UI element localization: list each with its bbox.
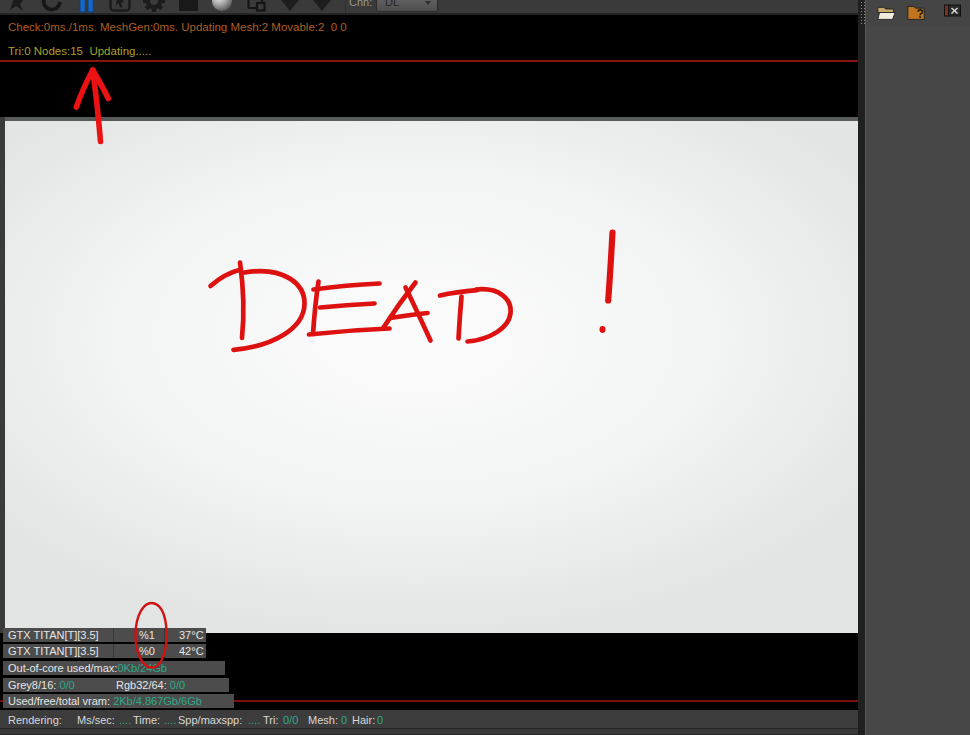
spp-label: Spp/maxspp: (178, 714, 242, 726)
gear-icon[interactable] (141, 0, 167, 14)
gpu-row-1: GTX TITAN[T][3.5] %1 37°C (3, 628, 206, 642)
channel-dropdown-value: DL (385, 0, 399, 8)
pick-down-icon[interactable] (277, 0, 303, 14)
ms-label: Ms/sec: (77, 714, 115, 726)
panel-divider (858, 0, 865, 735)
buffer-row: Grey8/16: 0/0Rgb32/64: 0/0 (3, 678, 229, 692)
render-statusbar: Rendering: Ms/sec: .... Time: .... Spp/m… (0, 710, 862, 728)
pause-icon[interactable] (73, 0, 99, 14)
detach-panel-icon[interactable] (944, 3, 961, 18)
open-folder-icon[interactable] (876, 3, 897, 22)
time-label: Time: (133, 714, 160, 726)
channel-label: Chn: (349, 0, 372, 8)
svg-text:?: ? (917, 7, 924, 21)
render-viewport[interactable] (5, 117, 858, 633)
out-of-core-row: Out-of-core used/max:0Kb/24Gb (3, 661, 225, 675)
spp-value: .... (248, 714, 260, 726)
mesh-status-line: Check:0ms./1ms. MeshGen:0ms. Updating Me… (8, 21, 347, 33)
help-folder-icon[interactable]: ? (906, 3, 927, 22)
hair-value: 0 (377, 714, 383, 726)
side-panel: ? (865, 0, 970, 735)
vram-row: Used/free/total vram: 2Kb/4.867Gb/6Gb (3, 694, 234, 708)
rendering-label: Rendering: (8, 714, 62, 726)
octane-render-window: Chn: DL Check:0ms./1ms. MeshGen:0ms. Upd… (0, 0, 970, 735)
mesh-value: 0 (341, 714, 347, 726)
panel-grip-handle[interactable] (860, 1, 866, 25)
toolbar-separator (345, 0, 346, 13)
time-value: .... (164, 714, 176, 726)
select-region-icon[interactable] (107, 0, 133, 14)
tri-nodes-status-line: Tri:0 Nodes:15 Updating..... (8, 45, 151, 57)
refresh-icon[interactable] (39, 0, 65, 14)
ms-value: .... (119, 714, 131, 726)
sphere-icon[interactable] (209, 0, 235, 14)
toolbar-bottom-edge (0, 13, 862, 15)
red-separator-top (0, 60, 862, 62)
channel-dropdown[interactable]: DL (376, 0, 438, 12)
hair-label: Hair: (352, 714, 375, 726)
pin-icon[interactable] (5, 0, 31, 14)
mesh-label: Mesh: (308, 714, 338, 726)
side-panel-toolbar: ? (866, 0, 970, 26)
chevron-down-icon (425, 1, 431, 5)
film-square-icon[interactable] (175, 0, 201, 14)
pick-down-icon-2[interactable] (309, 0, 335, 14)
tri-label: Tri: (263, 714, 278, 726)
tri-value: 0/0 (283, 714, 298, 726)
gpu-row-2: GTX TITAN[T][3.5] %0 42°C (3, 644, 206, 658)
render-toolbar: Chn: DL (0, 0, 862, 15)
copy-page-icon[interactable] (243, 0, 269, 14)
